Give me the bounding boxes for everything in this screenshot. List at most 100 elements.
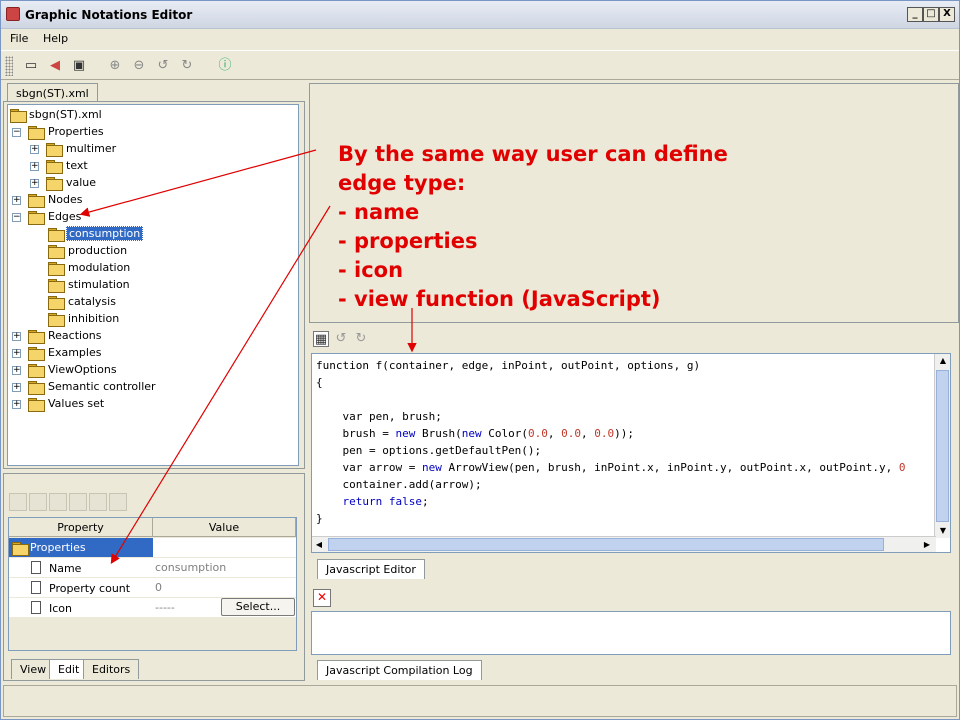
- scroll-thumb[interactable]: [936, 370, 949, 522]
- save-icon[interactable]: ▣: [71, 58, 87, 74]
- compilation-log[interactable]: [311, 611, 951, 655]
- code-line: ,: [580, 427, 595, 440]
- tree-label: ViewOptions: [48, 363, 117, 376]
- scroll-down-icon[interactable]: ▼: [936, 524, 950, 538]
- editor-toolbar: ▦ ↺ ↻: [313, 329, 373, 349]
- tab-file[interactable]: sbgn(ST).xml: [7, 83, 98, 103]
- disabled-tool-button[interactable]: [9, 493, 27, 511]
- new-file-icon[interactable]: ▭: [23, 58, 39, 74]
- property-value[interactable]: 0: [155, 581, 162, 594]
- code-line: Brush(: [415, 427, 462, 440]
- expand-icon[interactable]: +: [30, 145, 39, 154]
- disabled-tool-button[interactable]: [109, 493, 127, 511]
- collapse-icon[interactable]: −: [12, 213, 21, 222]
- property-value[interactable]: consumption: [155, 561, 226, 574]
- folder-icon: [46, 177, 63, 191]
- undo-icon[interactable]: ↺: [155, 58, 171, 74]
- main-toolbar: ▭ ◀ ▣ ⊕ ⊖ ↺ ↻ ⓘ: [1, 50, 959, 80]
- tree-label: catalysis: [68, 295, 116, 308]
- property-value: -----: [155, 601, 175, 614]
- code-line: Color(: [481, 427, 528, 440]
- property-row-name[interactable]: Name consumption: [9, 558, 296, 578]
- column-header-value[interactable]: Value: [153, 518, 296, 537]
- code-line: var arrow =: [342, 461, 422, 474]
- scroll-thumb[interactable]: [328, 538, 884, 551]
- folder-open-icon: [12, 542, 29, 556]
- code-line: function f(container, edge, inPoint, out…: [316, 359, 701, 372]
- maximize-button[interactable]: □: [923, 7, 939, 22]
- folder-icon: [28, 330, 45, 344]
- folder-icon: [28, 364, 45, 378]
- tree-label: Semantic controller: [48, 380, 156, 393]
- tab-javascript-log[interactable]: Javascript Compilation Log: [317, 660, 482, 680]
- folder-open-icon: [48, 228, 65, 242]
- code-line: ArrowView(pen, brush, inPoint.x, inPoint…: [441, 461, 899, 474]
- expand-icon[interactable]: +: [30, 162, 39, 171]
- property-row-icon[interactable]: Icon ----- Select...: [9, 598, 296, 618]
- redo-icon[interactable]: ↻: [353, 331, 369, 347]
- folder-icon: [46, 160, 63, 174]
- disabled-tool-button[interactable]: [89, 493, 107, 511]
- disabled-tool-button[interactable]: [69, 493, 87, 511]
- expand-icon[interactable]: +: [12, 349, 21, 358]
- window-title: Graphic Notations Editor: [25, 8, 193, 22]
- menu-file[interactable]: File: [10, 32, 28, 45]
- horizontal-scrollbar[interactable]: ◀ ▶: [312, 536, 936, 552]
- property-name: Name: [49, 562, 82, 575]
- tab-javascript-editor[interactable]: Javascript Editor: [317, 559, 425, 579]
- undo-icon[interactable]: ↺: [333, 331, 349, 347]
- folder-icon: [28, 347, 45, 361]
- status-bar: [3, 685, 957, 717]
- expand-icon[interactable]: +: [12, 366, 21, 375]
- toolbar-grip[interactable]: [5, 56, 13, 76]
- tab-editors[interactable]: Editors: [83, 659, 140, 679]
- zoom-out-icon[interactable]: ⊖: [131, 58, 147, 74]
- tree-label-selected: consumption: [66, 226, 144, 241]
- collapse-icon[interactable]: −: [12, 128, 21, 137]
- expand-icon[interactable]: +: [30, 179, 39, 188]
- compile-icon[interactable]: ▦: [313, 331, 329, 347]
- redo-icon[interactable]: ↻: [179, 58, 195, 74]
- clear-log-icon[interactable]: ✕: [313, 589, 331, 607]
- tree-label: inhibition: [68, 312, 120, 325]
- property-group-row[interactable]: Properties: [9, 538, 296, 558]
- expand-icon[interactable]: +: [12, 332, 21, 341]
- code-line: }: [316, 512, 323, 525]
- tree-label: Nodes: [48, 193, 83, 206]
- java-app-icon: [6, 7, 20, 21]
- open-file-icon[interactable]: ◀: [47, 58, 63, 74]
- tree-label: modulation: [68, 261, 131, 274]
- property-name: Property count: [49, 582, 131, 595]
- folder-open-icon: [48, 245, 65, 259]
- property-row-count[interactable]: Property count 0: [9, 578, 296, 598]
- column-header-property[interactable]: Property: [9, 518, 153, 537]
- menu-help[interactable]: Help: [43, 32, 68, 45]
- tree-label: text: [66, 159, 88, 172]
- tree-label: stimulation: [68, 278, 130, 291]
- close-button[interactable]: X: [939, 7, 955, 22]
- info-icon[interactable]: ⓘ: [217, 58, 233, 74]
- scroll-up-icon[interactable]: ▲: [936, 354, 950, 368]
- expand-icon[interactable]: +: [12, 383, 21, 392]
- folder-open-icon: [48, 313, 65, 327]
- disabled-tool-button[interactable]: [29, 493, 47, 511]
- select-icon-button[interactable]: Select...: [221, 598, 295, 616]
- minimize-button[interactable]: _: [907, 7, 923, 22]
- disabled-tool-button[interactable]: [49, 493, 67, 511]
- vertical-scrollbar[interactable]: ▲ ▼: [934, 354, 950, 538]
- code-line: ));: [614, 427, 634, 440]
- code-text[interactable]: function f(container, edge, inPoint, out…: [316, 357, 905, 527]
- annotation-line: - properties: [338, 229, 478, 253]
- annotation-text: By the same way user can define edge typ…: [338, 140, 728, 314]
- file-icon: [31, 581, 41, 594]
- scroll-right-icon[interactable]: ▶: [920, 538, 934, 552]
- expand-icon[interactable]: +: [12, 196, 21, 205]
- code-number: 0.0: [561, 427, 581, 440]
- javascript-editor[interactable]: function f(container, edge, inPoint, out…: [311, 353, 951, 553]
- expand-icon[interactable]: +: [12, 400, 21, 409]
- scroll-left-icon[interactable]: ◀: [312, 538, 326, 552]
- tree-view: sbgn(ST).xml − Properties + multimer + t…: [7, 104, 299, 466]
- zoom-in-icon[interactable]: ⊕: [107, 58, 123, 74]
- folder-open-icon: [48, 279, 65, 293]
- code-keyword: new: [421, 461, 442, 474]
